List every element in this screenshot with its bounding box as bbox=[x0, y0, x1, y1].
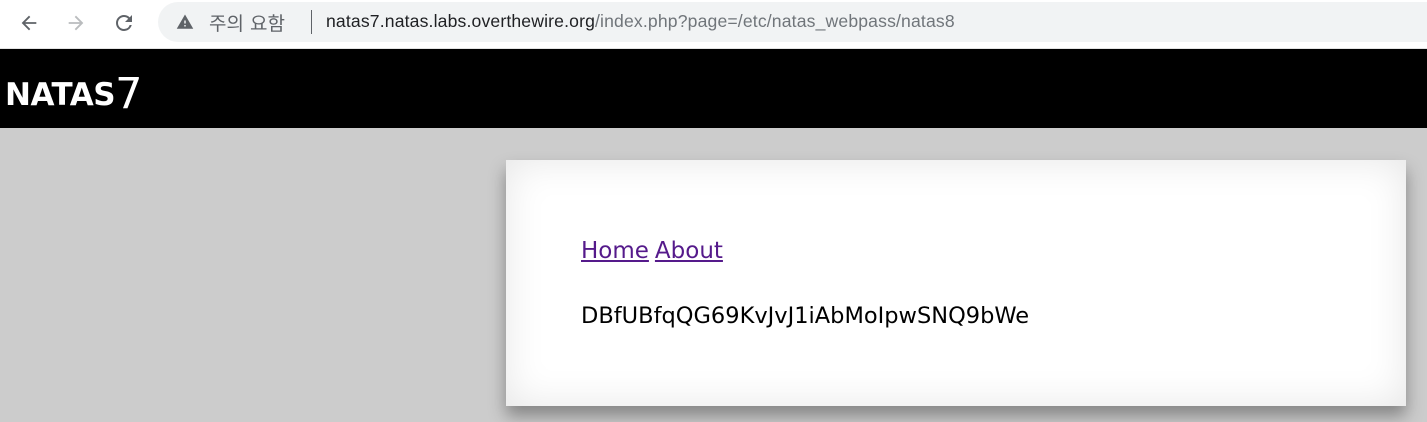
browser-toolbar: 주의 요함 natas7.natas.labs.overthewire.org/… bbox=[0, 0, 1427, 49]
nav-links: Home About bbox=[581, 238, 729, 264]
arrow-right-icon bbox=[65, 12, 87, 34]
page-output-text: DBfUBfqQG69KvJvJ1iAbMoIpwSNQ9bWe bbox=[581, 303, 1030, 329]
site-title-word: NATAS bbox=[5, 77, 116, 113]
address-divider bbox=[311, 10, 312, 34]
back-button[interactable] bbox=[12, 6, 46, 40]
warning-triangle-icon[interactable] bbox=[176, 13, 194, 31]
home-link[interactable]: Home bbox=[581, 238, 649, 264]
site-title-level: 7 bbox=[115, 69, 143, 119]
arrow-left-icon bbox=[18, 12, 40, 34]
site-title: NATAS7 bbox=[5, 70, 142, 116]
security-warning-label[interactable]: 주의 요함 bbox=[209, 9, 285, 36]
forward-button[interactable] bbox=[59, 6, 93, 40]
reload-button[interactable] bbox=[107, 6, 141, 40]
page-header bbox=[0, 49, 1427, 128]
reload-icon bbox=[112, 11, 136, 35]
content-panel: Home About DBfUBfqQG69KvJvJ1iAbMoIpwSNQ9b… bbox=[506, 160, 1406, 406]
about-link[interactable]: About bbox=[655, 238, 723, 264]
url-text[interactable]: natas7.natas.labs.overthewire.org/index.… bbox=[326, 11, 955, 32]
url-path: /index.php?page=/etc/natas_webpass/natas… bbox=[595, 11, 955, 31]
url-host: natas7.natas.labs.overthewire.org bbox=[326, 11, 596, 31]
